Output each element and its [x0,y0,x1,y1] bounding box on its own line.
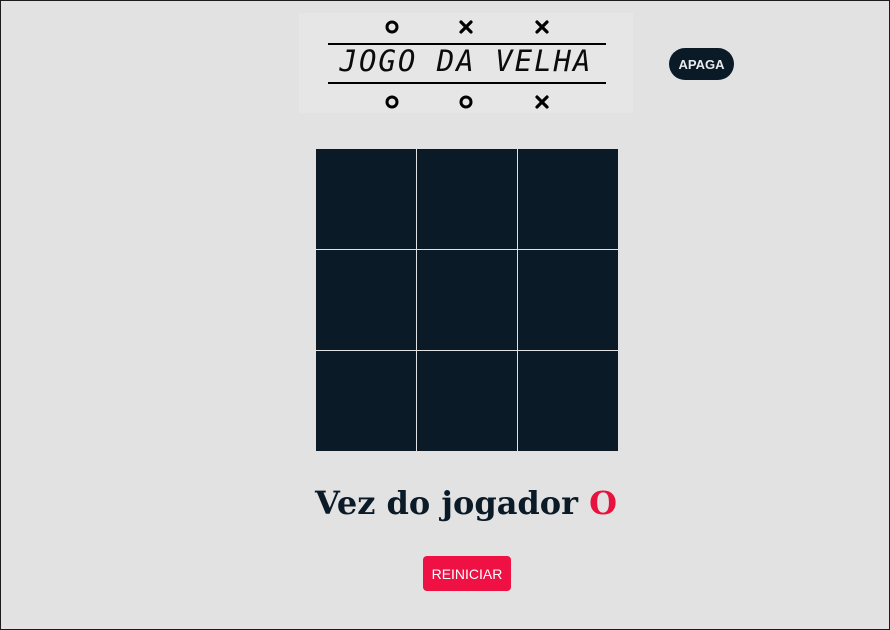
board-cell-4[interactable] [316,250,416,350]
turn-status: Vez do jogador O [1,481,890,525]
cross-icon [535,20,549,34]
page-frame: JOGO DA VELHA APAGA Vez do jogador O REI… [0,0,890,630]
game-logo: JOGO DA VELHA [299,13,633,113]
logo-bottom-marks [385,95,549,109]
turn-status-prefix: Vez do jogador [314,484,578,522]
circle-icon [459,95,473,109]
logo-top-marks [385,20,549,34]
board-cell-7[interactable] [316,351,416,451]
board-cell-1[interactable] [316,149,416,249]
cross-icon [459,20,473,34]
cross-icon [535,95,549,109]
board-cell-5[interactable] [417,250,517,350]
logo-title: JOGO DA VELHA [339,44,593,78]
circle-icon [385,20,399,34]
board-cell-8[interactable] [417,351,517,451]
current-player: O [589,484,618,522]
apaga-button[interactable]: APAGA [669,48,734,80]
reiniciar-button[interactable]: REINICIAR [423,556,511,591]
board-cell-6[interactable] [518,250,618,350]
board-cell-3[interactable] [518,149,618,249]
circle-icon [385,95,399,109]
board-cell-2[interactable] [417,149,517,249]
game-board [316,149,618,451]
board-cell-9[interactable] [518,351,618,451]
